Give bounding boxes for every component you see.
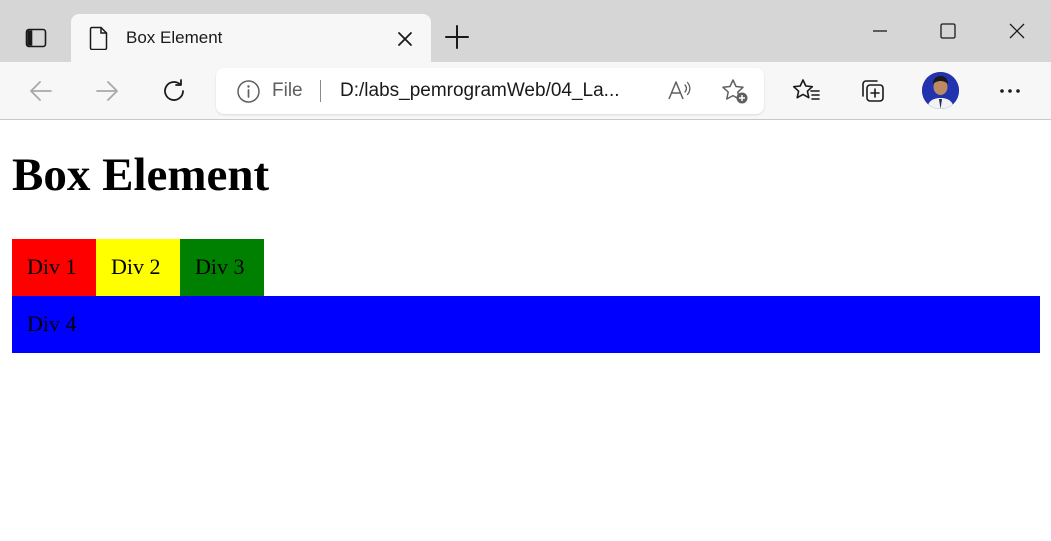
info-icon[interactable] [236, 79, 261, 104]
collections-icon [862, 80, 884, 102]
page-icon [89, 26, 108, 50]
back-button[interactable] [24, 74, 58, 108]
favorites-button[interactable] [789, 74, 823, 108]
page-heading: Box Element [12, 149, 270, 201]
div-1-box: Div 1 [12, 239, 96, 296]
tab-actions-icon [25, 28, 47, 48]
profile-photo [922, 72, 959, 109]
reload-button[interactable] [157, 74, 191, 108]
new-tab-button[interactable] [442, 22, 472, 52]
active-tab[interactable]: Box Element [71, 14, 431, 62]
address-scheme-label: File [272, 80, 303, 101]
title-bar: Box Element [0, 0, 1051, 62]
forward-button[interactable] [90, 74, 124, 108]
add-favorite-icon[interactable] [720, 77, 750, 107]
close-tab-button[interactable] [395, 29, 415, 49]
address-bar[interactable]: File D:/labs_pemrogramWeb/04_La... [216, 68, 764, 114]
minimize-button[interactable] [865, 16, 895, 46]
div-4-box: Div 4 [12, 296, 1040, 353]
read-aloud-icon[interactable] [666, 78, 692, 104]
forward-arrow-icon [96, 81, 118, 101]
more-icon [1000, 89, 1020, 93]
div-2-box: Div 2 [96, 239, 180, 296]
maximize-button[interactable] [933, 16, 963, 46]
browser-toolbar: File D:/labs_pemrogramWeb/04_La... [0, 62, 1051, 120]
tab-title: Box Element [126, 28, 223, 47]
more-button[interactable] [993, 74, 1027, 108]
tab-actions-button[interactable] [16, 18, 56, 58]
address-url[interactable]: D:/labs_pemrogramWeb/04_La... [340, 80, 620, 102]
reload-icon [164, 79, 184, 101]
favorites-icon [792, 79, 820, 100]
back-arrow-icon [30, 81, 52, 101]
profile-avatar[interactable] [922, 72, 959, 109]
close-window-button[interactable] [1002, 16, 1032, 46]
address-divider [320, 80, 321, 102]
div-3-box: Div 3 [180, 239, 264, 296]
collections-button[interactable] [855, 74, 889, 108]
page-content: Box Element Div 1 Div 2 Div 3 Div 4 [0, 120, 1051, 541]
